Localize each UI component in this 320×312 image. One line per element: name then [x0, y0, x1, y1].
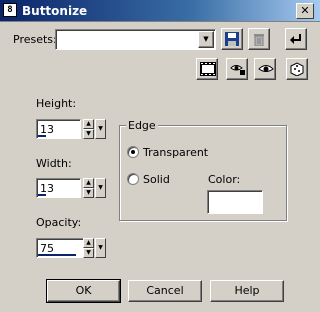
opacity-label: Opacity:: [36, 216, 82, 229]
chevron-down-icon: ▼: [98, 244, 103, 251]
solid-label[interactable]: Solid: [143, 173, 170, 186]
color-swatch[interactable]: [207, 190, 263, 214]
width-spinner[interactable]: ▲ ▼: [83, 178, 94, 198]
window-title: Buttonize: [22, 4, 88, 18]
preview-toggle-button[interactable]: [196, 58, 218, 80]
ok-button[interactable]: OK: [46, 279, 121, 303]
eye-lock-icon: [230, 65, 245, 75]
width-increment-button[interactable]: ▲: [83, 178, 94, 188]
help-label: Help: [234, 284, 260, 297]
width-slider-dropdown[interactable]: ▼: [95, 178, 106, 198]
chevron-down-icon: ▼: [98, 184, 103, 191]
height-increment-button[interactable]: ▲: [83, 119, 94, 129]
save-preset-button[interactable]: [221, 28, 243, 50]
opacity-level-bar: [38, 254, 76, 256]
presets-dropdown[interactable]: ▼: [55, 29, 216, 50]
delete-preset-button[interactable]: [248, 28, 270, 50]
cancel-label: Cancel: [146, 284, 184, 297]
height-label: Height:: [36, 97, 77, 110]
help-button[interactable]: Help: [210, 280, 284, 302]
chevron-down-icon: ▼: [203, 35, 209, 43]
opacity-spinner[interactable]: ▲ ▼: [83, 238, 94, 258]
opacity-increment-button[interactable]: ▲: [83, 238, 94, 248]
eye-icon: [258, 65, 274, 72]
chevron-down-icon: ▼: [98, 125, 103, 132]
height-slider-dropdown[interactable]: ▼: [95, 119, 106, 139]
presets-label: Presets:: [13, 33, 57, 46]
opacity-decrement-button[interactable]: ▼: [83, 248, 94, 258]
edge-group-label: Edge: [126, 119, 158, 132]
presets-dropdown-button[interactable]: ▼: [198, 31, 214, 48]
transparent-radio[interactable]: [127, 146, 139, 158]
radio-selected-dot: [131, 150, 135, 154]
auto-proof-button[interactable]: [254, 58, 276, 80]
transparent-label[interactable]: Transparent: [143, 146, 208, 159]
width-label: Width:: [36, 157, 72, 170]
ok-label: OK: [75, 284, 92, 297]
undo-arrow-icon: [290, 34, 301, 44]
solid-radio[interactable]: [127, 173, 139, 185]
close-icon: ✕: [300, 4, 310, 17]
width-decrement-button[interactable]: ▼: [83, 188, 94, 198]
app-icon: 8: [3, 3, 17, 17]
color-label: Color:: [208, 173, 241, 186]
close-button[interactable]: ✕: [296, 3, 314, 19]
width-level-bar: [38, 194, 46, 196]
height-spinner[interactable]: ▲ ▼: [83, 119, 94, 139]
height-level-bar: [38, 135, 46, 137]
lock-preview-button[interactable]: [226, 58, 248, 80]
trash-icon: [254, 34, 264, 46]
floppy-disk-icon: [225, 32, 239, 46]
film-strip-icon: [200, 62, 216, 76]
randomize-dice-icon: [290, 62, 304, 76]
cancel-button[interactable]: Cancel: [128, 280, 202, 302]
height-input[interactable]: 13: [36, 119, 81, 139]
width-input[interactable]: 13: [36, 178, 81, 198]
opacity-slider-dropdown[interactable]: ▼: [95, 238, 106, 258]
randomize-button[interactable]: [286, 58, 308, 80]
reset-button[interactable]: [285, 28, 307, 50]
height-decrement-button[interactable]: ▼: [83, 129, 94, 139]
